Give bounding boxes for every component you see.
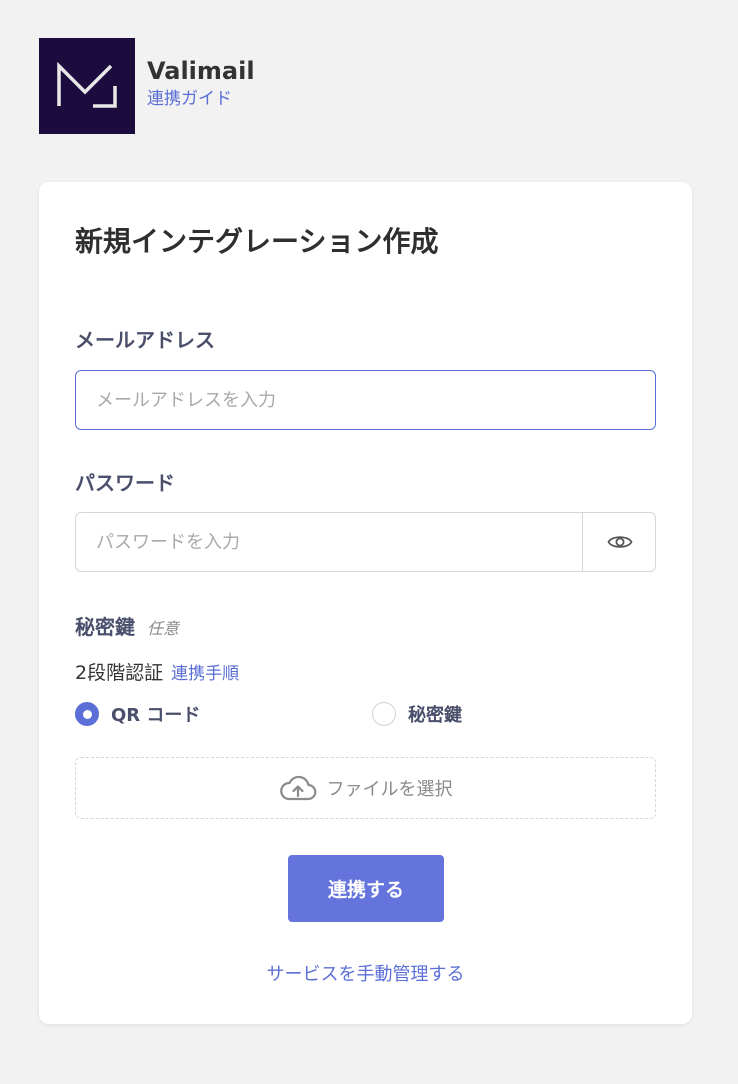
secret-key-label-text: 秘密鍵 (75, 615, 135, 639)
integration-guide-link[interactable]: 連携ガイド (147, 86, 255, 112)
manage-service-manually-link[interactable]: サービスを手動管理する (39, 960, 692, 986)
page-title: 新規インテグレーション作成 (75, 225, 439, 258)
email-input[interactable] (75, 370, 656, 430)
email-label: メールアドレス (75, 328, 215, 352)
two-factor-row: 2段階認証 連携手順 (75, 658, 239, 685)
brand-name: Valimail (147, 57, 255, 85)
radio-qr-code[interactable] (75, 702, 99, 726)
valimail-logo (39, 38, 135, 134)
radio-option-qr-code[interactable]: QR コード (75, 701, 200, 727)
file-upload-label: ファイルを選択 (326, 779, 453, 800)
password-visibility-toggle[interactable] (582, 512, 656, 572)
two-factor-label: 2段階認証 (75, 662, 164, 684)
radio-option-secret-key[interactable]: 秘密鍵 (372, 701, 462, 727)
password-label: パスワード (75, 471, 175, 495)
brand-block: Valimail 連携ガイド (147, 56, 255, 112)
integration-steps-link[interactable]: 連携手順 (171, 664, 239, 684)
cloud-upload-icon (279, 775, 316, 801)
radio-qr-code-label: QR コード (111, 705, 201, 726)
integration-form-card: 新規インテグレーション作成 メールアドレス パスワード 秘密鍵任意 2段階認証連… (39, 182, 692, 1024)
eye-icon (606, 536, 633, 548)
valimail-logo-icon (57, 62, 117, 108)
connect-button[interactable]: 連携する (288, 855, 444, 922)
app-header: Valimail 連携ガイド (39, 38, 255, 134)
password-field (75, 512, 656, 572)
password-input[interactable] (75, 512, 656, 572)
radio-secret-key[interactable] (372, 702, 396, 726)
optional-tag: 任意 (147, 619, 180, 638)
file-upload-dropzone[interactable]: ファイルを選択 (75, 757, 656, 819)
secret-key-label: 秘密鍵 任意 (75, 611, 179, 640)
radio-secret-key-label: 秘密鍵 (408, 705, 462, 726)
